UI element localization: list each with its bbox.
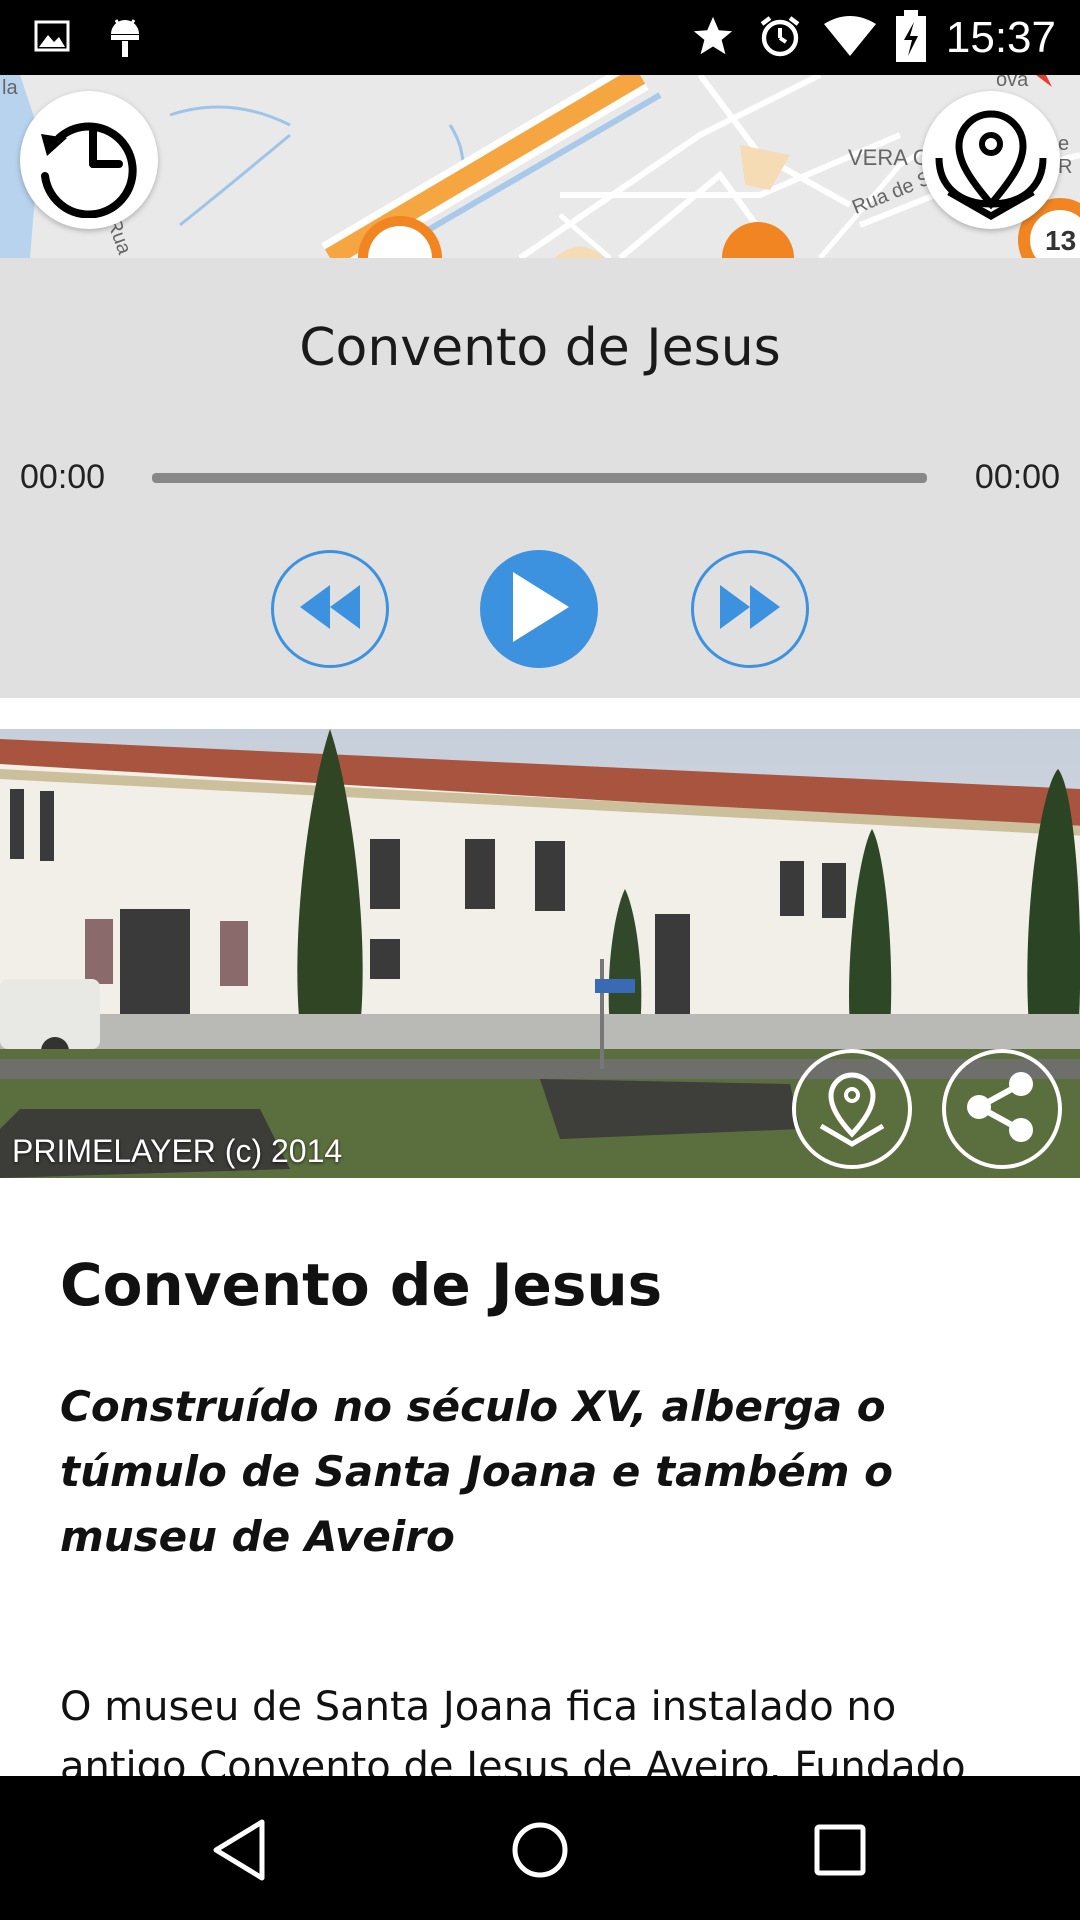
share-icon [957, 1062, 1047, 1156]
back-icon [210, 1818, 270, 1886]
map-location-button[interactable] [922, 91, 1060, 229]
place-photo: PRIMELAYER (c) 2014 [0, 729, 1080, 1178]
history-icon [29, 98, 149, 222]
star-icon [690, 13, 736, 63]
rewind-icon [298, 585, 362, 633]
map-pin-icon [929, 96, 1053, 224]
map-marker-number[interactable]: 13 [1045, 225, 1076, 257]
convent-photo-image [0, 729, 1080, 1178]
android-icon [108, 14, 142, 62]
rewind-button[interactable] [271, 550, 389, 668]
photo-credit: PRIMELAYER (c) 2014 [12, 1133, 343, 1169]
alarm-icon [756, 12, 804, 64]
recents-icon [812, 1822, 868, 1882]
image-icon [34, 20, 70, 56]
status-bar: 15:37 [0, 0, 1080, 75]
progress-slider[interactable] [152, 473, 927, 483]
audio-player: Convento de Jesus 00:00 00:00 [0, 258, 1080, 698]
map-label: VERA C [848, 145, 929, 170]
back-button[interactable] [200, 1812, 280, 1892]
fast-forward-button[interactable] [691, 550, 809, 668]
map-view[interactable]: la Rua VERA C Rua de Sá ova e R 13 [0, 75, 1080, 258]
play-icon [507, 572, 571, 646]
fast-forward-icon [718, 585, 782, 633]
map-label: la [2, 77, 18, 99]
home-icon [510, 1820, 570, 1884]
article-lead: Construído no século XV, alberga o túmul… [60, 1382, 893, 1561]
history-button[interactable] [20, 91, 158, 229]
map-label: e R [1058, 133, 1073, 178]
share-button[interactable] [942, 1049, 1062, 1169]
player-title: Convento de Jesus [299, 318, 781, 378]
photo-location-button[interactable] [792, 1049, 912, 1169]
total-time: 00:00 [974, 458, 1060, 496]
elapsed-time: 00:00 [20, 458, 106, 496]
article: Convento de Jesus Construído no século X… [60, 1250, 1020, 1797]
play-button[interactable] [480, 550, 598, 668]
recents-button[interactable] [800, 1812, 880, 1892]
navigation-bar [0, 1776, 1080, 1920]
status-time: 15:37 [945, 13, 1056, 62]
article-title: Convento de Jesus [60, 1251, 663, 1319]
home-button[interactable] [500, 1812, 580, 1892]
map-pin-icon [807, 1062, 897, 1156]
battery-charging-icon [895, 10, 926, 66]
map-label: ova [996, 75, 1029, 91]
wifi-icon [823, 15, 876, 61]
